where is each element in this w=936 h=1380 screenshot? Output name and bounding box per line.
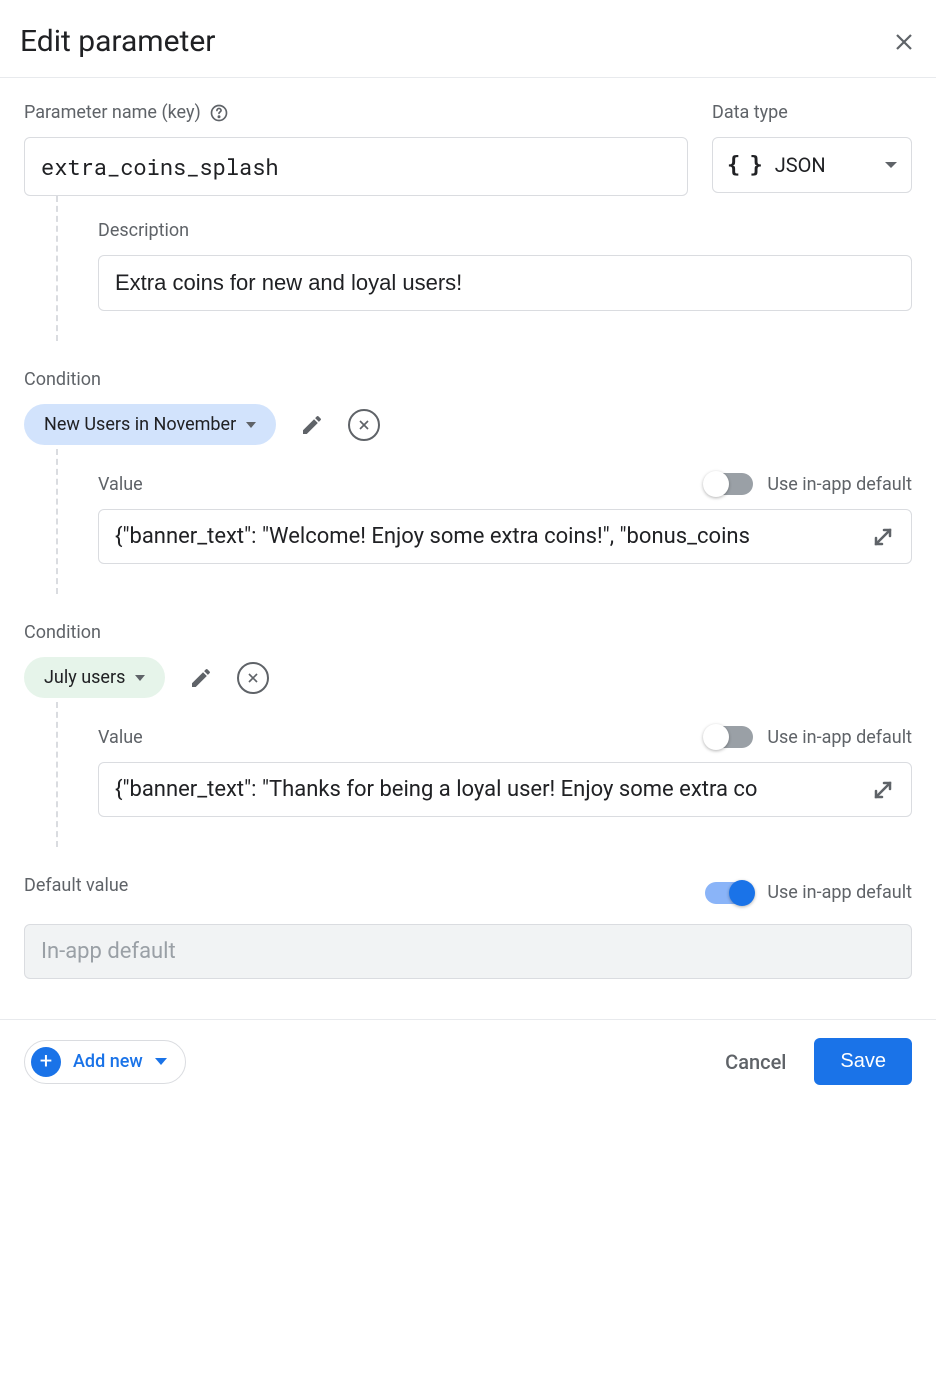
use-default-label: Use in-app default — [767, 882, 912, 903]
expand-icon[interactable] — [871, 525, 895, 549]
use-default-toggle[interactable] — [705, 882, 753, 904]
condition-label: Condition — [24, 622, 912, 643]
condition-chip-text: New Users in November — [44, 414, 236, 435]
value-label: Value — [98, 727, 143, 748]
chevron-down-icon — [885, 162, 897, 168]
remove-icon[interactable] — [348, 409, 380, 441]
condition-chip[interactable]: July users — [24, 657, 165, 698]
json-icon: { } — [727, 153, 761, 178]
default-value-input: In-app default — [24, 924, 912, 979]
condition-chip-text: July users — [44, 667, 125, 688]
add-new-button[interactable]: + Add new — [24, 1040, 186, 1084]
edit-icon[interactable] — [189, 666, 213, 690]
chevron-down-icon — [246, 422, 256, 428]
value-input[interactable]: {"banner_text": "Thanks for being a loya… — [115, 777, 861, 802]
value-label: Value — [98, 474, 143, 495]
close-icon[interactable] — [892, 30, 916, 54]
save-button[interactable]: Save — [814, 1038, 912, 1085]
data-type-value: JSON — [775, 153, 826, 177]
param-name-input[interactable] — [24, 137, 688, 196]
use-default-toggle[interactable] — [705, 473, 753, 495]
cancel-button[interactable]: Cancel — [725, 1050, 786, 1074]
edit-icon[interactable] — [300, 413, 324, 437]
value-input[interactable]: {"banner_text": "Welcome! Enjoy some ext… — [115, 524, 861, 549]
chevron-down-icon — [135, 675, 145, 681]
use-default-toggle[interactable] — [705, 726, 753, 748]
param-name-label-text: Parameter name (key) — [24, 102, 201, 123]
data-type-label: Data type — [712, 102, 912, 123]
use-default-label: Use in-app default — [767, 474, 912, 495]
add-new-label: Add new — [73, 1051, 143, 1072]
help-icon[interactable] — [209, 103, 229, 123]
description-input[interactable] — [98, 255, 912, 311]
expand-icon[interactable] — [871, 778, 895, 802]
description-label: Description — [98, 220, 912, 241]
page-title: Edit parameter — [20, 24, 215, 59]
param-name-label: Parameter name (key) — [24, 102, 688, 123]
plus-icon: + — [31, 1047, 61, 1077]
condition-label: Condition — [24, 369, 912, 390]
chevron-down-icon — [155, 1058, 167, 1065]
remove-icon[interactable] — [237, 662, 269, 694]
condition-chip[interactable]: New Users in November — [24, 404, 276, 445]
use-default-label: Use in-app default — [767, 727, 912, 748]
data-type-select[interactable]: { } JSON — [712, 137, 912, 193]
default-value-label: Default value — [24, 875, 128, 896]
